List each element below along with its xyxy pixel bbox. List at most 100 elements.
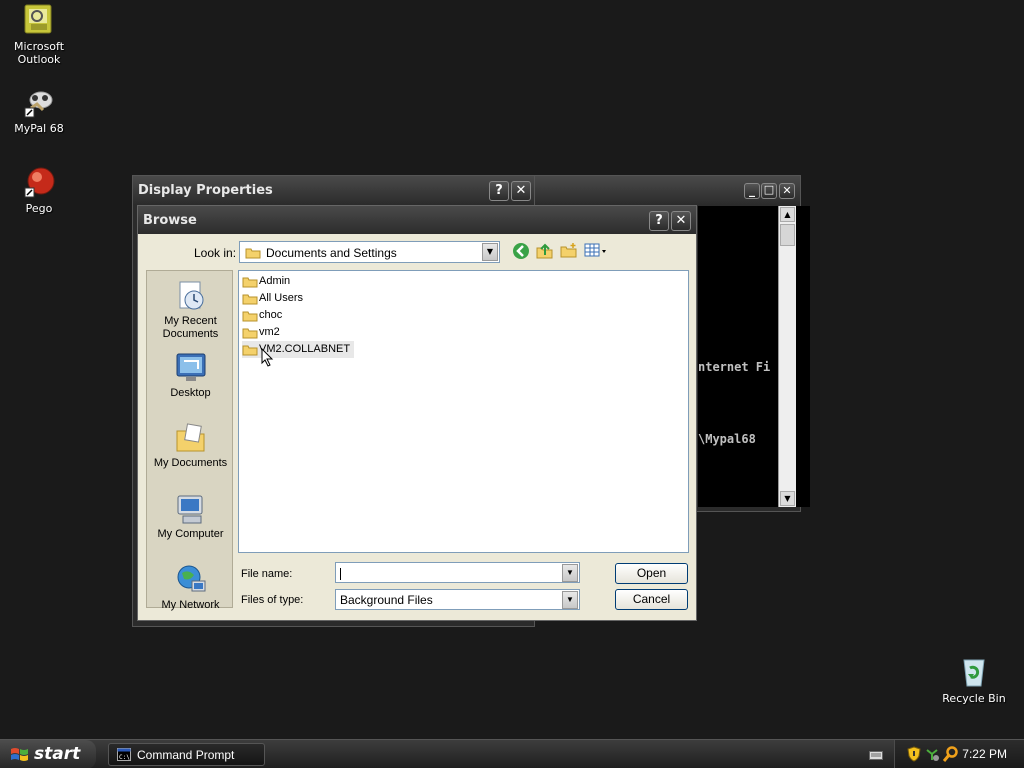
chevron-down-icon[interactable]: ▼ <box>562 564 578 582</box>
look-in-label: Look in: <box>194 246 237 260</box>
outlook-icon <box>23 4 55 36</box>
desktop-icon-outlook[interactable]: Microsoft Outlook <box>0 4 79 66</box>
pego-icon <box>23 166 55 198</box>
places-bar: My Recent Documents Desktop My Documents… <box>146 270 234 611</box>
list-item[interactable]: vm2 <box>242 324 280 341</box>
mypal-icon <box>23 86 55 118</box>
folder-icon <box>242 328 258 339</box>
up-folder-button[interactable] <box>536 242 556 262</box>
file-name-field[interactable]: ▼ <box>335 562 580 583</box>
taskbar-item-label: Command Prompt <box>137 748 235 762</box>
search-icon[interactable] <box>943 746 959 762</box>
close-button[interactable]: ✕ <box>779 183 795 199</box>
files-of-type-select[interactable]: Background Files ▼ <box>335 589 580 610</box>
recent-documents-icon <box>174 279 208 313</box>
desktop-icon <box>174 351 208 385</box>
list-item[interactable]: Admin <box>242 273 290 290</box>
files-of-type-value: Background Files <box>340 593 433 607</box>
clock[interactable]: 7:22 PM <box>962 747 1007 761</box>
folder-icon <box>242 311 258 322</box>
item-label: vm2 <box>259 326 280 338</box>
desktop-icon-pego[interactable]: Pego <box>0 166 79 215</box>
my-network-icon <box>174 563 208 597</box>
desktop-icon-label: Outlook <box>17 53 61 66</box>
place-label: My Documents <box>153 457 228 469</box>
place-label: Documents <box>162 328 219 340</box>
console-line: nternet Fi <box>698 360 771 374</box>
help-button[interactable]: ? <box>649 211 669 231</box>
new-folder-icon <box>560 243 577 258</box>
folder-icon <box>242 294 258 305</box>
item-label: Admin <box>259 275 291 287</box>
chevron-down-icon[interactable]: ▼ <box>562 591 578 609</box>
files-of-type-label: Files of type: <box>241 594 304 606</box>
windows-logo-icon <box>11 748 28 761</box>
my-documents-icon <box>174 421 208 455</box>
scroll-up-button[interactable]: ▲ <box>780 207 795 222</box>
svg-text:C:\: C:\ <box>119 754 130 761</box>
close-button[interactable]: ✕ <box>511 181 531 201</box>
place-label: My Recent <box>164 315 217 327</box>
chevron-down-icon[interactable]: ▼ <box>482 243 498 261</box>
folder-icon <box>245 248 261 259</box>
security-shield-icon[interactable] <box>907 746 921 762</box>
place-recent-documents[interactable]: My Recent Documents <box>147 279 234 341</box>
back-arrow-icon <box>513 243 529 259</box>
my-computer-icon <box>174 492 208 526</box>
display-properties-titlebar[interactable]: Display Properties <box>133 176 534 204</box>
list-item[interactable]: VM2.COLLABNET <box>242 341 355 358</box>
desktop-icon-label: Microsoft <box>13 40 65 53</box>
recycle-bin-icon <box>958 656 990 688</box>
desktop-icon-recycle-bin[interactable]: Recycle Bin <box>934 656 1014 705</box>
item-label: All Users <box>259 292 304 304</box>
open-button[interactable]: Open <box>615 563 688 584</box>
scroll-thumb[interactable] <box>780 224 795 246</box>
start-button[interactable]: start <box>0 740 96 768</box>
place-my-network[interactable]: My Network <box>147 563 234 612</box>
place-my-computer[interactable]: My Computer <box>147 492 234 541</box>
minimize-button[interactable]: _ <box>744 183 760 199</box>
keyboard-icon[interactable] <box>869 749 883 761</box>
network-icon[interactable] <box>925 746 939 762</box>
view-menu-button[interactable] <box>584 242 608 262</box>
place-label: My Network <box>161 599 220 611</box>
command-prompt-icon: C:\ <box>117 748 131 761</box>
start-label: start <box>34 744 81 764</box>
cancel-button[interactable]: Cancel <box>615 589 688 610</box>
desktop-icon-mypal[interactable]: MyPal 68 <box>0 86 79 135</box>
console-scrollbar[interactable]: ▲ ▼ <box>778 206 796 507</box>
place-my-documents[interactable]: My Documents <box>147 421 234 470</box>
help-button[interactable]: ? <box>489 181 509 201</box>
console-line: \Mypal68 <box>698 432 756 446</box>
desktop-icon-label: Recycle Bin <box>942 692 1006 705</box>
browse-titlebar[interactable]: Browse <box>138 206 696 234</box>
new-folder-button[interactable] <box>560 242 580 262</box>
list-item[interactable]: All Users <box>242 290 303 307</box>
text-cursor <box>340 567 341 580</box>
taskbar-item-command-prompt[interactable]: C:\ Command Prompt <box>108 743 265 766</box>
up-folder-icon <box>536 243 553 259</box>
look-in-value: Documents and Settings <box>266 246 397 260</box>
file-name-label: File name: <box>241 568 293 580</box>
window-title: Display Properties <box>138 183 273 198</box>
dialog-title: Browse <box>143 213 197 228</box>
place-desktop[interactable]: Desktop <box>147 351 234 400</box>
list-item[interactable]: choc <box>242 307 282 324</box>
scroll-down-button[interactable]: ▼ <box>780 491 795 506</box>
view-menu-icon <box>584 243 606 257</box>
place-label: My Computer <box>157 528 224 540</box>
back-button[interactable] <box>512 242 532 262</box>
browse-dialog[interactable]: Browse ? ✕ Look in: Documents and Settin… <box>137 205 697 621</box>
place-label: Desktop <box>170 387 211 399</box>
close-button[interactable]: ✕ <box>671 211 691 231</box>
mouse-pointer-icon <box>261 348 274 367</box>
look-in-select[interactable]: Documents and Settings ▼ <box>239 241 500 263</box>
maximize-button[interactable]: □ <box>761 183 777 199</box>
desktop-icon-label: MyPal 68 <box>14 122 64 135</box>
taskbar: start C:\ Command Prompt 7:22 PM <box>0 739 1024 768</box>
folder-icon <box>242 277 258 288</box>
folder-icon <box>242 345 258 356</box>
desktop-icon-label: Pego <box>25 202 53 215</box>
file-list[interactable]: Admin All Users choc vm2 VM2.COLLABNET <box>238 270 689 553</box>
item-label: choc <box>259 309 283 321</box>
